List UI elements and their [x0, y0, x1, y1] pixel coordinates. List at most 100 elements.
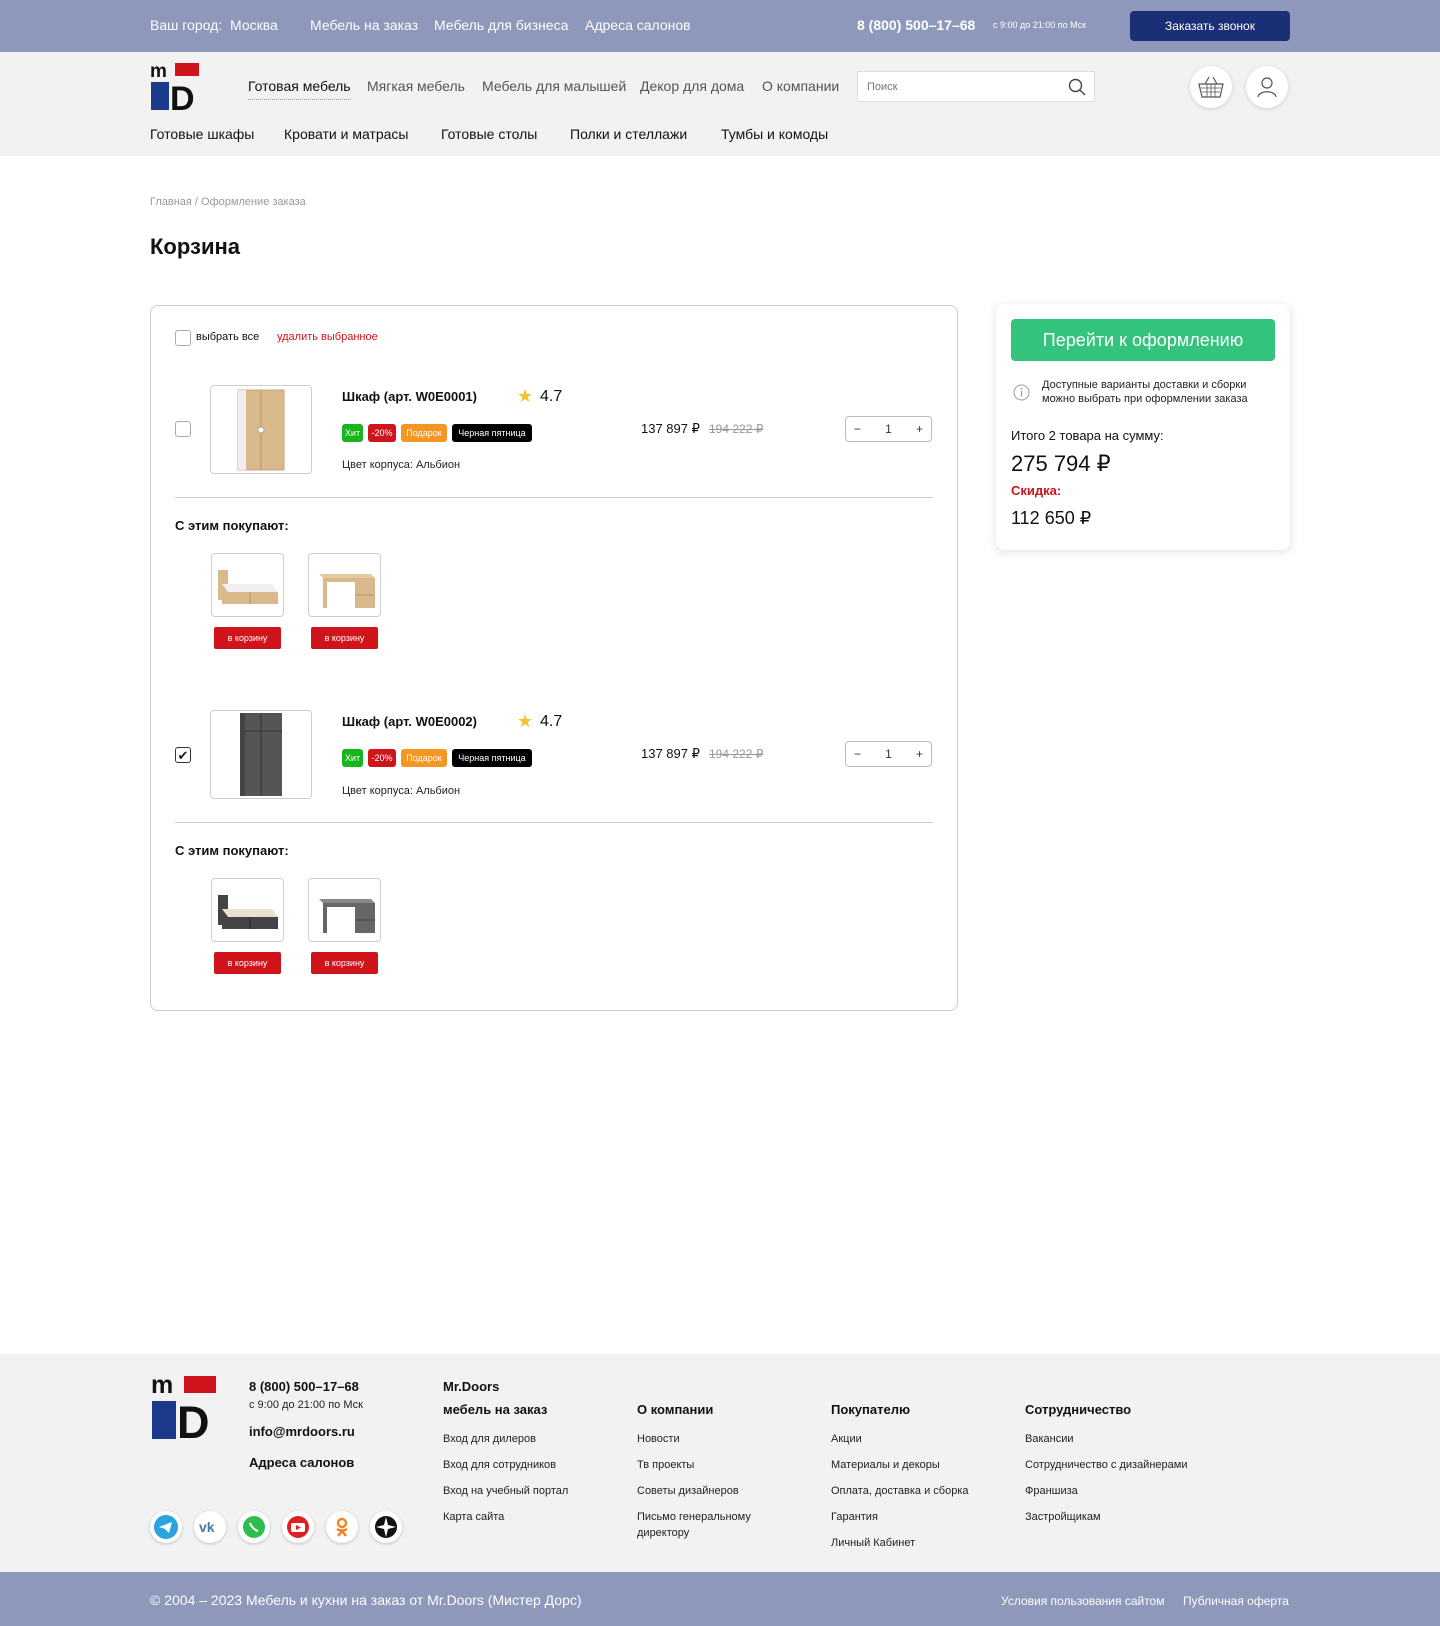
qty-value[interactable]: 1 — [885, 422, 892, 436]
divider — [175, 822, 933, 823]
search-icon[interactable] — [1068, 78, 1086, 96]
copyright: © 2004 – 2023 Мебель и кухни на заказ от… — [150, 1592, 582, 1608]
footer-link[interactable]: Личный Кабинет — [831, 1537, 915, 1549]
subnav-shelves[interactable]: Полки и стеллажи — [570, 126, 687, 142]
product-old-price: 194 222 ₽ — [709, 747, 764, 761]
vk-icon[interactable]: vk — [194, 1511, 226, 1543]
bed-light-image — [218, 570, 278, 604]
select-all-checkbox[interactable] — [175, 330, 191, 346]
footer-col-title: мебель на заказ — [443, 1402, 548, 1417]
product-image[interactable] — [210, 710, 312, 799]
logo-icon: m D — [150, 61, 199, 118]
qty-value[interactable]: 1 — [885, 747, 892, 761]
add-to-cart-button[interactable]: в корзину — [214, 952, 281, 974]
footer-link[interactable]: Тв проекты — [637, 1459, 694, 1471]
badge-gift: Подарок — [401, 424, 447, 442]
total-label: Итого 2 товара на сумму: — [1011, 428, 1164, 443]
product-name[interactable]: Шкаф (арт. W0E0001) — [342, 389, 477, 404]
discount-label: Скидка: — [1011, 483, 1062, 498]
subnav-beds[interactable]: Кровати и матрасы — [284, 126, 408, 142]
nav-kids-furniture[interactable]: Мебель для малышей — [482, 78, 626, 94]
footer-link[interactable]: Новости — [637, 1433, 680, 1445]
footer-link[interactable]: Вакансии — [1025, 1433, 1074, 1445]
nav-home-decor[interactable]: Декор для дома — [640, 78, 744, 94]
item-checkbox[interactable] — [175, 421, 191, 437]
breadcrumb[interactable]: Главная / Оформление заказа — [150, 196, 306, 208]
subnav-cabinets[interactable]: Тумбы и комоды — [721, 126, 828, 142]
desk-dark-image — [319, 899, 375, 933]
star-icon: ★ — [517, 711, 534, 731]
nav-ready-furniture[interactable]: Готовая мебель — [248, 78, 351, 100]
footer-link[interactable]: Вход на учебный портал — [443, 1485, 568, 1497]
footer-link[interactable]: директору — [637, 1527, 689, 1539]
footer-phone[interactable]: 8 (800) 500–17–68 — [249, 1379, 359, 1394]
related-product-image[interactable] — [308, 553, 381, 617]
delete-selected-link[interactable]: удалить выбранное — [277, 331, 378, 343]
footer-link[interactable]: Материалы и декоры — [831, 1459, 940, 1471]
youtube-icon[interactable] — [282, 1511, 314, 1543]
account-button[interactable] — [1246, 66, 1288, 108]
qty-plus-button[interactable]: + — [916, 747, 923, 761]
search-input[interactable] — [858, 72, 1048, 101]
add-to-cart-button[interactable]: в корзину — [214, 627, 281, 649]
footer-link[interactable]: Советы дизайнеров — [637, 1485, 739, 1497]
product-price: 137 897 ₽ — [641, 421, 700, 436]
badge-discount: -20% — [368, 424, 396, 442]
badge-hit: Хит — [342, 749, 363, 767]
footer-link[interactable]: Карта сайта — [443, 1511, 504, 1523]
top-hours: с 9:00 до 21:00 по Мск — [993, 20, 1087, 30]
qty-minus-button[interactable]: − — [854, 747, 861, 761]
qty-minus-button[interactable]: − — [854, 422, 861, 436]
odnoklassniki-icon[interactable] — [326, 1511, 358, 1543]
nav-about[interactable]: О компании — [762, 78, 839, 94]
checkout-button[interactable]: Перейти к оформлению — [1011, 319, 1275, 361]
footer-link[interactable]: Застройщикам — [1025, 1511, 1101, 1523]
whatsapp-icon[interactable] — [238, 1511, 270, 1543]
footer-link[interactable]: Письмо генеральному — [637, 1511, 751, 1523]
svg-text:m: m — [150, 62, 167, 82]
toplink-business[interactable]: Мебель для бизнеса — [434, 17, 568, 33]
select-all-label[interactable]: выбрать все — [196, 331, 259, 343]
terms-link[interactable]: Условия пользования сайтом — [1001, 1594, 1164, 1608]
other-icon[interactable] — [370, 1511, 402, 1543]
related-product-image[interactable] — [211, 878, 284, 942]
telegram-icon[interactable] — [150, 1511, 182, 1543]
order-call-button[interactable]: Заказать звонок — [1130, 11, 1290, 41]
item-checkbox[interactable]: ✔ — [175, 747, 191, 763]
footer-link[interactable]: Гарантия — [831, 1511, 878, 1523]
toplink-custom-furniture[interactable]: Мебель на заказ — [310, 17, 418, 33]
related-product-image[interactable] — [211, 553, 284, 617]
qty-plus-button[interactable]: + — [916, 422, 923, 436]
footer-link[interactable]: Франшиза — [1025, 1485, 1078, 1497]
toplink-salons[interactable]: Адреса салонов — [585, 17, 691, 33]
cart-button[interactable] — [1190, 66, 1232, 108]
logo-icon: m D — [151, 1371, 216, 1448]
nav-soft-furniture[interactable]: Мягкая мебель — [367, 78, 465, 94]
subnav-wardrobes[interactable]: Готовые шкафы — [150, 126, 254, 142]
top-phone[interactable]: 8 (800) 500–17–68 — [857, 17, 975, 33]
product-image[interactable] — [210, 385, 312, 474]
footer-link[interactable]: Вход для сотрудников — [443, 1459, 556, 1471]
footer-email[interactable]: info@mrdoors.ru — [249, 1424, 355, 1439]
offer-link[interactable]: Публичная оферта — [1183, 1594, 1289, 1608]
footer-link[interactable]: Вход для дилеров — [443, 1433, 536, 1445]
footer-salons[interactable]: Адреса салонов — [249, 1455, 354, 1470]
add-to-cart-button[interactable]: в корзину — [311, 952, 378, 974]
user-icon — [1257, 77, 1277, 98]
also-bought-title: С этим покупают: — [175, 518, 289, 533]
product-price: 137 897 ₽ — [641, 746, 700, 761]
footer-link[interactable]: Акции — [831, 1433, 862, 1445]
product-name[interactable]: Шкаф (арт. W0E0002) — [342, 714, 477, 729]
product-color: Цвет корпуса: Альбион — [342, 785, 461, 797]
related-product-image[interactable] — [308, 878, 381, 942]
subnav-tables[interactable]: Готовые столы — [441, 126, 537, 142]
city-selector[interactable]: Москва — [230, 17, 278, 33]
footer-logo[interactable]: m D — [151, 1371, 217, 1448]
svg-text:D: D — [170, 80, 195, 112]
footer-link[interactable]: Сотрудничество с дизайнерами — [1025, 1459, 1187, 1471]
footer-col-title: О компании — [637, 1402, 714, 1417]
checkmark-icon: ✔ — [177, 747, 189, 763]
add-to-cart-button[interactable]: в корзину — [311, 627, 378, 649]
logo[interactable]: m D — [150, 61, 200, 118]
footer-link[interactable]: Оплата, доставка и сборка — [831, 1485, 969, 1497]
